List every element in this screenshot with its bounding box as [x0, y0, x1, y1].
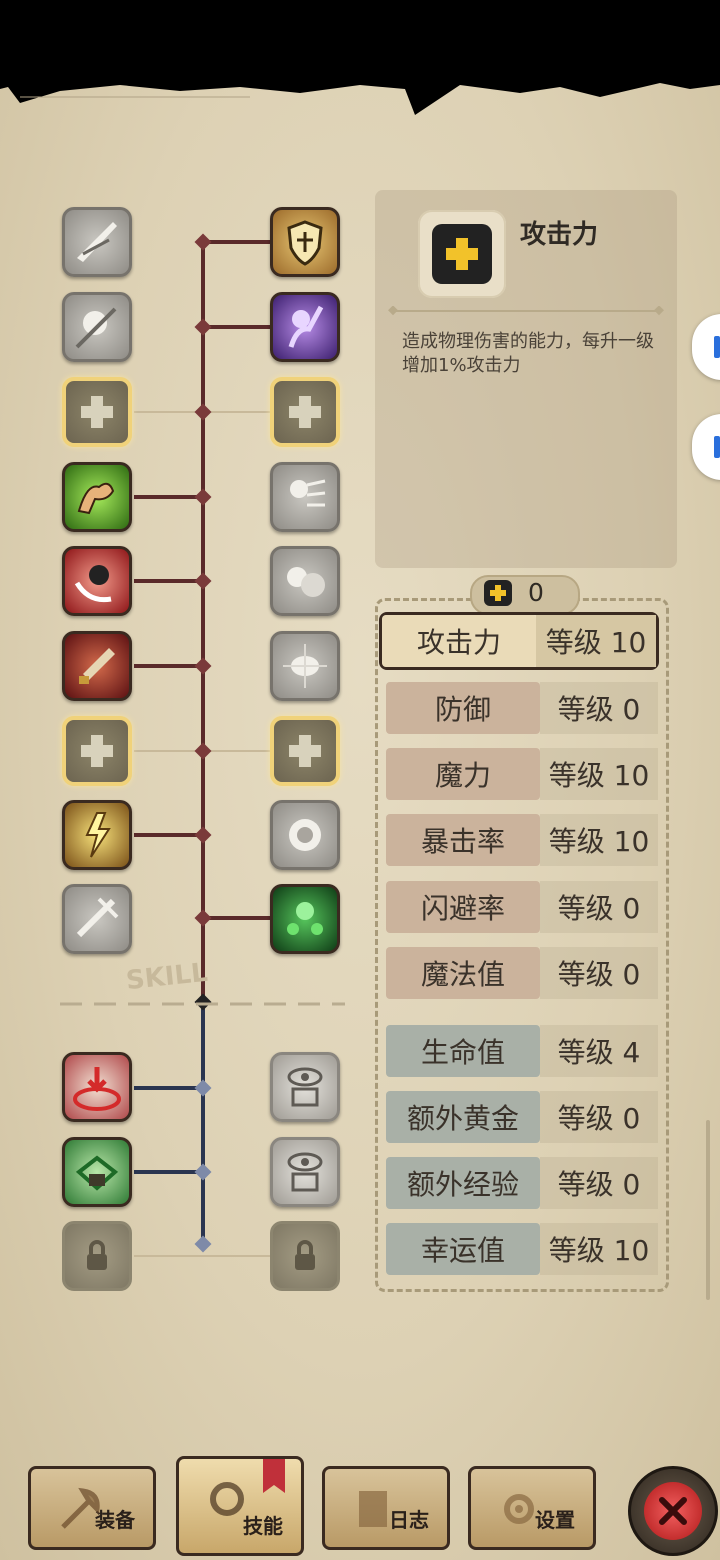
stat-row-mana[interactable]: 魔法值 等级 0: [386, 947, 658, 999]
stat-level: 等级 10: [536, 615, 656, 667]
skill-shadow-warrior-icon[interactable]: [270, 292, 340, 362]
bookmark-ribbon-icon: [263, 1459, 285, 1493]
stat-level: 等级 0: [540, 682, 658, 734]
stat-name: 额外黄金: [386, 1091, 540, 1143]
book-icon: [359, 1491, 387, 1527]
axe-icon: [61, 1487, 100, 1529]
nav-settings-button[interactable]: 设置: [468, 1466, 596, 1550]
locked-slot-lock-icon-2: [270, 1221, 340, 1291]
stat-row-attack[interactable]: 攻击力 等级 10: [379, 612, 659, 670]
empty-skill-slot-plus-icon[interactable]: [62, 377, 132, 447]
info-divider: [388, 306, 664, 316]
skill-holy-shield-icon[interactable]: [270, 207, 340, 277]
stat-level: 等级 4: [540, 1025, 658, 1077]
close-button[interactable]: [628, 1466, 718, 1556]
close-icon: [659, 1497, 687, 1525]
skill-eye-chest-icon-2[interactable]: [270, 1137, 340, 1207]
skill-crossed-blades-icon[interactable]: [62, 884, 132, 954]
stat-row-defense[interactable]: 防御 等级 0: [386, 682, 658, 734]
stat-row-extra-gold[interactable]: 额外黄金 等级 0: [386, 1091, 658, 1143]
stat-name: 幸运值: [386, 1223, 540, 1275]
skill-explosion-icon[interactable]: [270, 800, 340, 870]
skill-slash-icon[interactable]: [62, 207, 132, 277]
skill-strength-arm-icon[interactable]: [62, 462, 132, 532]
stat-row-magic-power[interactable]: 魔力 等级 10: [386, 748, 658, 800]
skill-down-arrow-chest-icon[interactable]: [62, 1052, 132, 1122]
stat-row-extra-exp[interactable]: 额外经验 等级 0: [386, 1157, 658, 1209]
skill-eye-chest-icon[interactable]: [270, 1052, 340, 1122]
stat-level: 等级 0: [540, 1091, 658, 1143]
gear-icon: [504, 1494, 534, 1524]
locked-slot-lock-icon: [62, 1221, 132, 1291]
skill-lucky-clover-icon[interactable]: [270, 884, 340, 954]
stat-row-dodge-rate[interactable]: 闪避率 等级 0: [386, 881, 658, 933]
skill-burst-orb-icon[interactable]: [270, 631, 340, 701]
skill-points-value: 0: [528, 578, 544, 607]
stat-name: 暴击率: [386, 814, 540, 866]
empty-skill-slot-plus-icon-3[interactable]: [270, 377, 340, 447]
stat-name: 防御: [386, 682, 540, 734]
nav-skills-button[interactable]: 技能: [176, 1456, 304, 1556]
stat-name: 魔力: [386, 748, 540, 800]
plus-point-icon: [484, 580, 512, 606]
stat-level: 等级 0: [540, 1157, 658, 1209]
stat-row-luck[interactable]: 幸运值 等级 10: [386, 1223, 658, 1275]
empty-skill-slot-plus-icon-2[interactable]: [62, 716, 132, 786]
stat-level: 等级 0: [540, 947, 658, 999]
nav-log-button[interactable]: 日志: [322, 1466, 450, 1550]
stat-name: 闪避率: [386, 881, 540, 933]
empty-skill-slot-plus-icon-4[interactable]: [270, 716, 340, 786]
stat-name: 生命值: [386, 1025, 540, 1077]
skill-blood-strike-icon[interactable]: [62, 546, 132, 616]
attack-stat-icon: [418, 210, 506, 298]
skill-smoke-icon[interactable]: [270, 546, 340, 616]
stat-level: 等级 0: [540, 881, 658, 933]
skill-gear-icon: [210, 1482, 244, 1516]
skill-dash-icon[interactable]: [270, 462, 340, 532]
info-description: 造成物理伤害的能力，每升一级增加1%攻击力: [402, 331, 654, 376]
stat-level: 等级 10: [540, 748, 658, 800]
stat-name: 额外经验: [386, 1157, 540, 1209]
stat-level: 等级 10: [540, 1223, 658, 1275]
skill-fist-icon[interactable]: [62, 292, 132, 362]
info-title: 攻击力: [520, 220, 599, 250]
nav-equipment-button[interactable]: 装备: [28, 1466, 156, 1550]
stat-row-crit-rate[interactable]: 暴击率 等级 10: [386, 814, 658, 866]
skill-lightning-warrior-icon[interactable]: [62, 800, 132, 870]
stat-name: 攻击力: [382, 615, 536, 667]
skill-dagger-icon[interactable]: [62, 631, 132, 701]
stat-level: 等级 10: [540, 814, 658, 866]
stat-name: 魔法值: [386, 947, 540, 999]
skill-hand-chest-icon[interactable]: [62, 1137, 132, 1207]
scrollbar[interactable]: [706, 1120, 710, 1300]
stat-row-health[interactable]: 生命值 等级 4: [386, 1025, 658, 1077]
